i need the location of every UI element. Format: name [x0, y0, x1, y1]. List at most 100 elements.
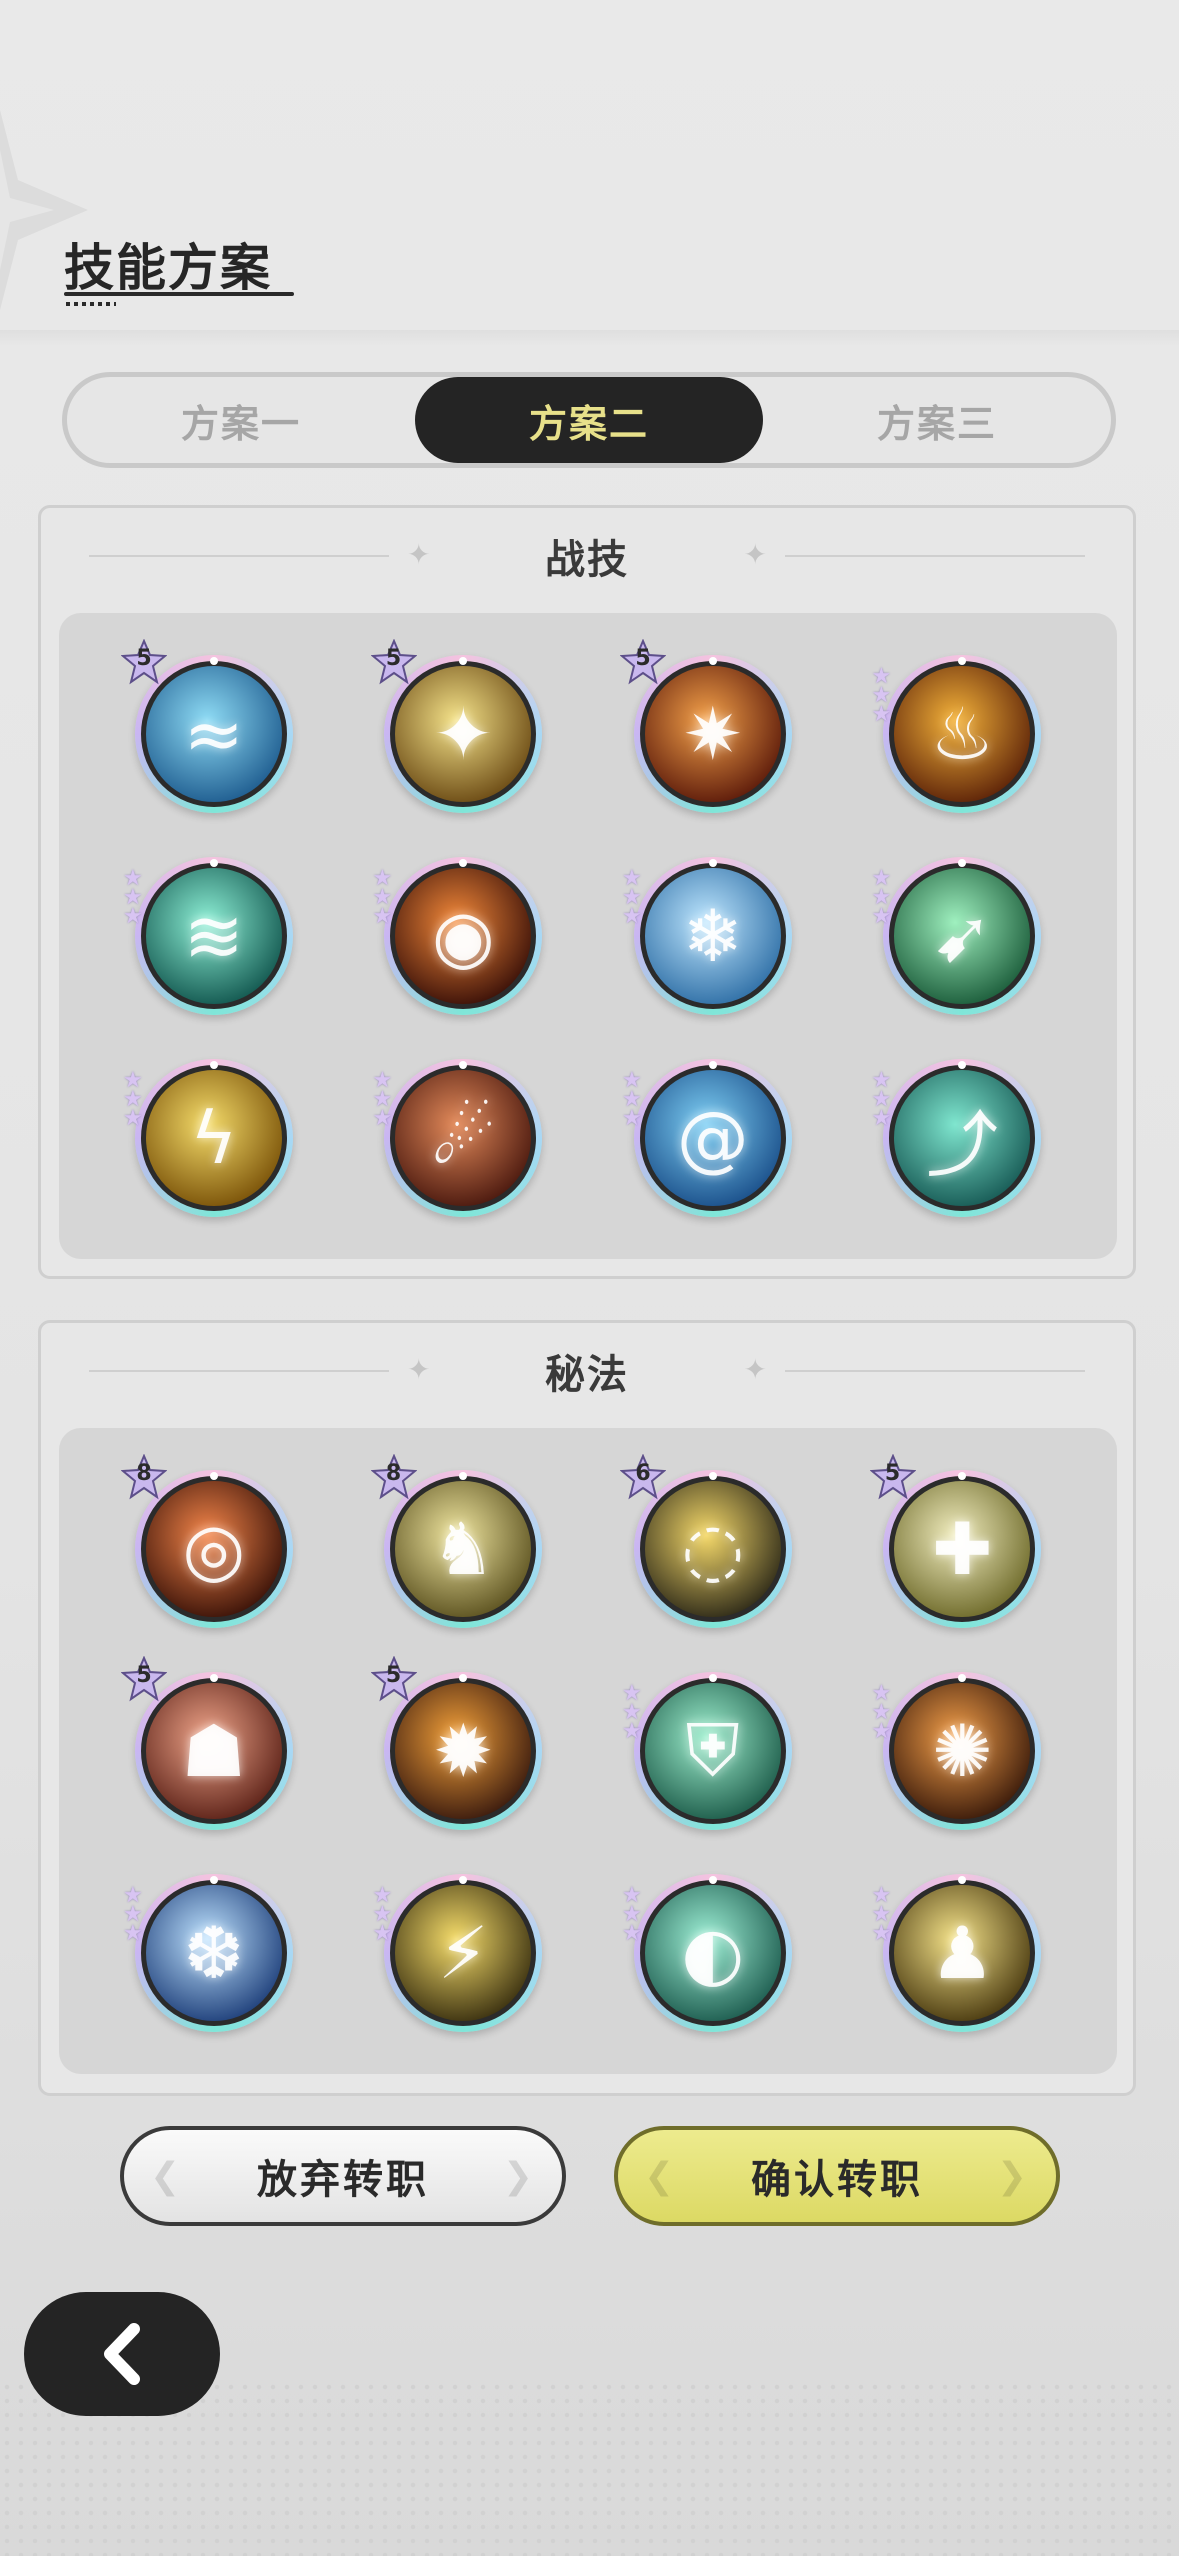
frost-figure-icon: ❆ [140, 1880, 287, 2026]
skill-slot[interactable]: ✹ 5 [339, 1650, 589, 1852]
skill-slot[interactable]: ≋ ★ ★ ★ [89, 835, 339, 1037]
orb-tick-mark [708, 1061, 717, 1069]
water-vortex-icon: @ [639, 1065, 786, 1211]
title-dots [66, 302, 116, 306]
badge-level-text: 5 [136, 1663, 152, 1688]
orb-tick-mark [958, 859, 967, 867]
orb-tick-mark [459, 657, 468, 665]
skill-slot[interactable]: ✷ 5 [588, 633, 838, 835]
star-rating: ★ ★ ★ [871, 1885, 902, 1946]
skill-orb: @ [633, 1059, 792, 1217]
star-icon: ★ [871, 702, 892, 727]
skill-slot[interactable]: @ ★ ★ ★ [588, 1037, 838, 1239]
back-button[interactable] [24, 2292, 220, 2416]
confirm-job-change-button[interactable]: ❮ 确认转职 ❯ [614, 2126, 1060, 2226]
thunder-strike-icon: ⚡ [390, 1880, 537, 2026]
skill-slot[interactable]: ✺ ★ ★ ★ [838, 1650, 1088, 1852]
orb-tick-mark [958, 1876, 967, 1884]
star-icon: ★ [622, 1106, 642, 1131]
star-rating: ★ ★ ★ [372, 1885, 403, 1946]
skill-slot[interactable]: ⛨ ★ ★ ★ [588, 1650, 838, 1852]
wind-blade-icon: ➹ [889, 863, 1036, 1009]
skill-slot[interactable]: ◌ 6 [588, 1448, 838, 1650]
tab-plan-1[interactable]: 方案一 [67, 377, 415, 463]
skill-slot[interactable]: ⤴ ★ ★ ★ [838, 1037, 1088, 1239]
orb-tick-mark [708, 1876, 717, 1884]
chevron-right-deco-icon: ❯ [996, 2155, 1030, 2197]
skill-slot[interactable]: ♟ ★ ★ ★ [838, 1852, 1088, 2054]
star-level-badge: 5 [619, 638, 667, 685]
star-rating: ★ ★ ★ [622, 1683, 652, 1743]
lightning-storm-icon: ϟ [140, 1065, 287, 1211]
divider [89, 1370, 389, 1372]
orb-tick-mark [209, 1876, 218, 1884]
tab-plan-3[interactable]: 方案三 [763, 377, 1111, 463]
fire-orb-icon: ◉ [390, 863, 537, 1009]
orb-tick-mark [459, 859, 468, 867]
abandon-job-change-button[interactable]: ❮ 放弃转职 ❯ [120, 2126, 566, 2226]
orb-tick-mark [708, 1674, 717, 1682]
chevron-right-deco-icon: ❯ [502, 2155, 536, 2197]
skill-orb: ⛨ [633, 1672, 792, 1830]
star-rating: ★ ★ ★ [622, 868, 652, 928]
golden-guardian-icon: ♟ [889, 1880, 1036, 2026]
orb-tick-mark [209, 1061, 218, 1069]
combat-skills-panel: ✦ 战技 ✦ ≈5 ✦ 5 ✷ 5 ♨ ★ ★ ★ ≋ ★ ★ ★ ◉ ★ ★ ★ ❄ ★ ★ ★ ➹ ★ ★ ★ ϟ ★ ★ ★ ☄ ★ ★… [38, 505, 1136, 1279]
secret-arts-panel: ✦ 秘法 ✦ ◎ 8 ♞ 8 ◌ 6 ✚ 5 ☗ 5 ✹ 5 ⛨ ★ ★ ★ ✺ ★ ★ ★ ❆ ★ ★ ★ ⚡ ★ ★ ★ ◐ ★ ★ ★ ♟… [38, 1320, 1136, 2096]
skill-slot[interactable]: ☄ ★ ★ ★ [339, 1037, 589, 1239]
title-underline [64, 292, 294, 296]
orb-tick-mark [958, 657, 967, 665]
wind-arrow-icon: ⤴ [889, 1065, 1036, 1211]
skill-slot[interactable]: ϟ ★ ★ ★ [89, 1037, 339, 1239]
sparkle-icon: ✦ [743, 1353, 767, 1386]
skill-orb: ♟ [883, 1874, 1042, 2032]
skill-orb: ⚡ [384, 1874, 543, 2032]
header-shadow [0, 330, 1179, 346]
orb-tick-mark [459, 1061, 468, 1069]
page-title: 技能方案 [64, 239, 272, 297]
orb-tick-mark [708, 657, 717, 665]
skill-slot[interactable]: ◎ 8 [89, 1448, 339, 1650]
skill-slot[interactable]: ◐ ★ ★ ★ [588, 1852, 838, 2054]
panel-title-combat: 战技 [545, 537, 629, 583]
skill-slot[interactable]: ❄ ★ ★ ★ [588, 835, 838, 1037]
skill-slot[interactable]: ☗ 5 [89, 1650, 339, 1852]
skill-slot[interactable]: ✦ 5 [339, 633, 589, 835]
tab-plan-2[interactable]: 方案二 [415, 377, 763, 463]
star-rating: ★ ★ ★ [872, 1070, 902, 1130]
skill-slot[interactable]: ♞ 8 [339, 1448, 589, 1650]
divider [785, 555, 1085, 557]
star-icon: ★ [871, 1921, 892, 1946]
skill-slot[interactable]: ➹ ★ ★ ★ [838, 835, 1088, 1037]
orb-tick-mark [209, 1674, 218, 1682]
star-rating: ★ ★ ★ [372, 1070, 403, 1131]
star-level-badge: 5 [369, 1655, 418, 1702]
skill-slot[interactable]: ◉ ★ ★ ★ [339, 835, 589, 1037]
star-rating: ★ ★ ★ [622, 1885, 652, 1946]
skill-slot[interactable]: ⚡ ★ ★ ★ [339, 1852, 589, 2054]
skill-slot[interactable]: ❆ ★ ★ ★ [89, 1852, 339, 2054]
wind-vortex-icon: ≋ [140, 863, 287, 1009]
sparkle-icon: ✦ [407, 538, 431, 571]
chevron-left-deco-icon: ❮ [644, 2155, 678, 2197]
badge-level-text: 8 [385, 1461, 402, 1486]
star-icon: ★ [372, 1921, 393, 1946]
orb-tick-mark [209, 657, 218, 665]
skill-slot[interactable]: ✚ 5 [838, 1448, 1088, 1650]
skill-slot[interactable]: ≈5 [89, 633, 339, 835]
star-rating: ★ ★ ★ [622, 1070, 652, 1131]
skill-slot[interactable]: ♨ ★ ★ ★ [838, 633, 1088, 835]
star-rating: ★ ★ ★ [123, 1885, 153, 1945]
orb-tick-mark [708, 1472, 717, 1480]
star-icon: ★ [372, 1106, 393, 1131]
fire-dash-icon: ✺ [889, 1678, 1036, 1824]
star-icon: ★ [372, 904, 393, 929]
badge-level-text: 5 [136, 646, 152, 671]
orb-tick-mark [708, 859, 717, 867]
abandon-button-label: 放弃转职 [257, 2157, 429, 2203]
skill-orb: ♨ [883, 655, 1042, 813]
orb-tick-mark [209, 859, 218, 867]
star-icon: ★ [622, 1921, 642, 1946]
star-level-badge: 5 [369, 638, 418, 685]
wind-slash-icon: ◐ [639, 1880, 786, 2026]
